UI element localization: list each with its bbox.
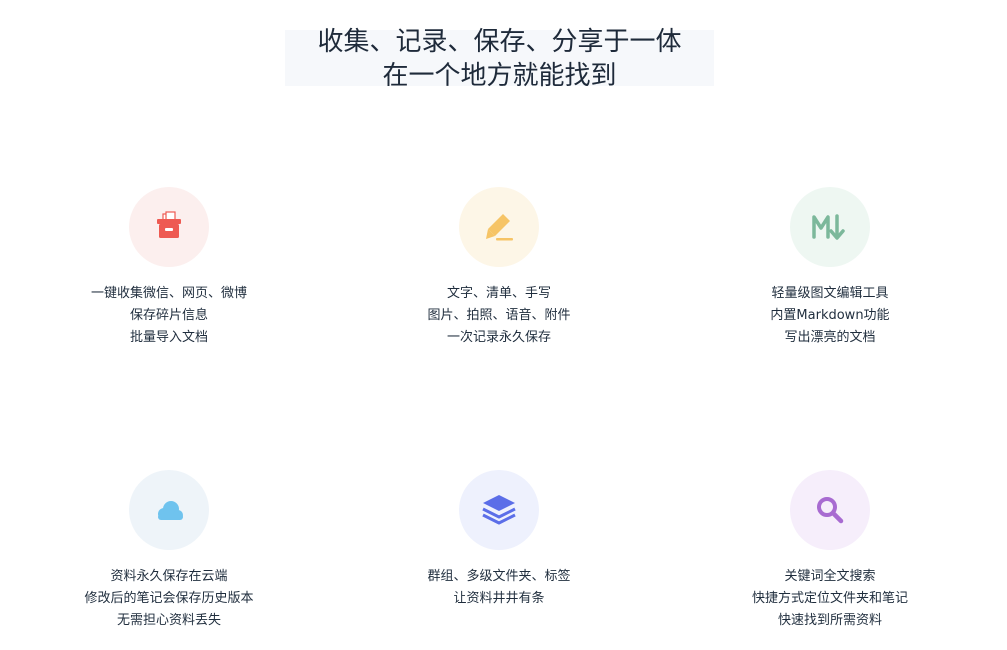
feature-line: 快速找到所需资料 (777, 613, 882, 628)
feature-description: 群组、多级文件夹、标签 让资料井井有条 (369, 566, 629, 610)
feature-line: 快捷方式定位文件夹和笔记 (751, 591, 908, 606)
markdown-icon (812, 214, 845, 240)
feature-organize: 群组、多级文件夹、标签 让资料井井有条 (369, 470, 629, 650)
feature-line: 群组、多级文件夹、标签 (427, 569, 571, 584)
feature-line: 内置Markdown功能 (770, 308, 890, 323)
feature-description: 文字、清单、手写 图片、拍照、语音、附件 一次记录永久保存 (369, 283, 629, 349)
feature-icon-circle (459, 470, 539, 550)
feature-record: 文字、清单、手写 图片、拍照、语音、附件 一次记录永久保存 (369, 187, 629, 367)
feature-line: 写出漂亮的文档 (784, 330, 876, 345)
feature-description: 资料永久保存在云端 修改后的笔记会保存历史版本 无需担心资料丢失 (39, 566, 299, 632)
headline: 收集、记录、保存、分享于一体 在一个地方就能找到 (285, 27, 714, 91)
feature-icon-circle (129, 187, 209, 267)
feature-line: 无需担心资料丢失 (116, 613, 221, 628)
headline-line-2: 在一个地方就能找到 (382, 61, 617, 91)
feature-line: 关键词全文搜索 (784, 569, 876, 584)
feature-line: 一键收集微信、网页、微博 (90, 286, 247, 301)
feature-line: 图片、拍照、语音、附件 (427, 308, 571, 323)
feature-markdown: 轻量级图文编辑工具 内置Markdown功能 写出漂亮的文档 (700, 187, 960, 367)
feature-description: 关键词全文搜索 快捷方式定位文件夹和笔记 快速找到所需资料 (700, 566, 960, 632)
feature-line: 轻量级图文编辑工具 (771, 286, 889, 301)
feature-icon-circle (790, 470, 870, 550)
cloud-icon (158, 501, 183, 520)
feature-icon-circle (790, 187, 870, 267)
feature-line: 保存碎片信息 (129, 308, 208, 323)
search-icon (817, 497, 844, 524)
layers-icon (482, 495, 516, 525)
feature-collect: 一键收集微信、网页、微博 保存碎片信息 批量导入文档 (39, 187, 299, 367)
pencil-icon (486, 214, 513, 241)
headline-line-1: 收集、记录、保存、分享于一体 (317, 27, 682, 57)
feature-line: 修改后的笔记会保存历史版本 (84, 591, 254, 606)
feature-search: 关键词全文搜索 快捷方式定位文件夹和笔记 快速找到所需资料 (700, 470, 960, 650)
feature-icon-circle (459, 187, 539, 267)
feature-line: 让资料井井有条 (453, 591, 545, 606)
feature-description: 一键收集微信、网页、微博 保存碎片信息 批量导入文档 (39, 283, 299, 349)
feature-cloud: 资料永久保存在云端 修改后的笔记会保存历史版本 无需担心资料丢失 (39, 470, 299, 650)
feature-icon-circle (129, 470, 209, 550)
feature-line: 批量导入文档 (129, 330, 208, 345)
feature-line: 文字、清单、手写 (446, 286, 551, 301)
feature-line: 一次记录永久保存 (446, 330, 551, 345)
feature-description: 轻量级图文编辑工具 内置Markdown功能 写出漂亮的文档 (700, 283, 960, 349)
feature-line: 资料永久保存在云端 (110, 569, 228, 584)
archive-box-icon (157, 211, 181, 238)
